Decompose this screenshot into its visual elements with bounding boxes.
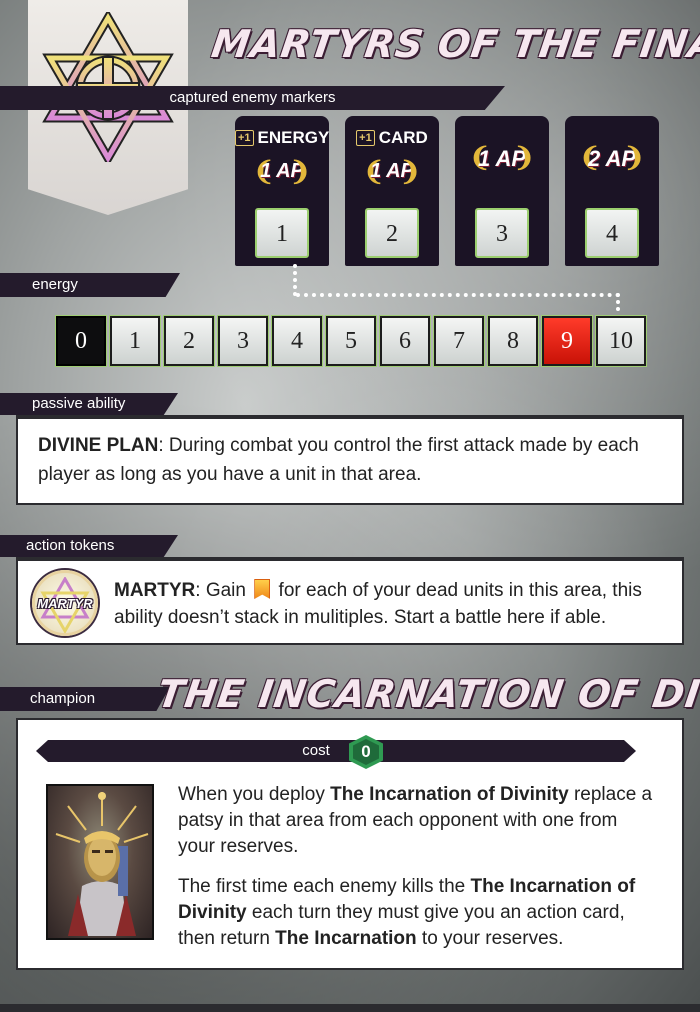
dotted-connector [296,293,620,297]
champion-ability-text: When you deploy The Incarnation of Divin… [178,782,658,966]
faction-title: MARTYRS OF THE FINAL TRUTH [208,22,700,66]
plus-one-icon: +1 [356,130,375,146]
champion-portrait-image [55,792,149,936]
marker-bonus-label: CARD [378,128,428,147]
cost-value: 0 [353,739,379,765]
champion-paragraph-2: The first time each enemy kills the The … [178,874,658,952]
dotted-connector [616,293,620,311]
marker-bonus-label: ENERGY [257,128,330,147]
laurel-right-icon: ❩ [289,156,311,186]
marker-ap: 1 AP [260,160,304,182]
energy-cell[interactable]: 1 [109,315,161,367]
text-part: When you deploy [178,784,331,805]
action-token-text: MARTYR: Gain for each of your dead units… [114,577,662,631]
energy-cell[interactable]: 8 [487,315,539,367]
energy-cell[interactable]: 3 [217,315,269,367]
marker-number: 3 [475,208,529,258]
laurel-right-icon: ❩ [623,142,645,172]
dotted-connector [293,264,297,296]
marker-number: 2 [365,208,419,258]
champion-portrait [46,784,154,940]
action-tokens-header: action tokens [0,535,178,557]
passive-ability-name: DIVINE PLAN [38,435,159,456]
marker-number: 4 [585,208,639,258]
text-part: to your reserves. [416,928,564,949]
energy-cell[interactable]: 7 [433,315,485,367]
champion-paragraph-1: When you deploy The Incarnation of Divin… [178,782,658,860]
energy-header-label: energy [32,276,78,293]
captured-markers-header: captured enemy markers [0,86,505,110]
passive-ability-header: passive ability [0,393,178,415]
marker-number: 1 [255,208,309,258]
energy-cell[interactable]: 2 [163,315,215,367]
energy-cell[interactable]: 9 [541,315,593,367]
laurel-right-icon: ❩ [513,142,535,172]
cost-label: cost [302,742,330,759]
champion-header-label: champion [30,690,96,707]
cost-bar: cost [36,740,636,762]
champion-name-bold: The Incarnation [275,928,417,949]
marker-ap: 1 AP [370,160,414,182]
champion-title: THE INCARNATION OF DIVINITY [154,672,700,716]
energy-cell[interactable]: 4 [271,315,323,367]
marker-bonus: +1 ENERGY [235,128,329,148]
action-token-name: MARTYR [114,580,196,601]
text-part: The first time each enemy kills the [178,876,471,897]
passive-ability-box: DIVINE PLAN: During combat you control t… [16,415,684,505]
action-tokens-header-label: action tokens [26,537,115,554]
energy-cell[interactable]: 10 [595,315,647,367]
captured-marker-3[interactable]: ❨ 1 AP ❩ 3 [455,116,549,266]
passive-ability-header-label: passive ability [32,395,126,412]
energy-cell[interactable]: 5 [325,315,377,367]
champion-header: champion [0,687,170,711]
champion-box: cost 0 When you deploy The Incarnation o… [16,718,684,970]
energy-cell[interactable]: 0 [55,315,107,367]
plus-one-icon: +1 [235,130,254,146]
captured-marker-2[interactable]: +1 CARD ❨ 1 AP ❩ 2 [345,116,439,266]
martyr-token-label: MARTYR [37,596,93,611]
action-token-box: MARTYR MARTYR: Gain for each of your dea… [16,557,684,645]
champion-name-bold: The Incarnation of Divinity [330,784,569,805]
marker-bonus: +1 CARD [345,128,439,148]
laurel-right-icon: ❩ [399,156,421,186]
energy-track: 0 1 2 3 4 5 6 7 8 9 10 [55,315,647,367]
captured-marker-4[interactable]: ❨ 2 AP ❩ 4 [565,116,659,266]
action-text-part: : Gain [195,580,246,601]
martyr-token[interactable]: MARTYR [32,570,98,636]
energy-header: energy [0,273,180,297]
bottom-bar [0,1004,700,1012]
martyr-banner-icon [254,579,271,599]
energy-cell[interactable]: 6 [379,315,431,367]
captured-marker-1[interactable]: +1 ENERGY ❨ 1 AP ❩ 1 [235,116,329,266]
